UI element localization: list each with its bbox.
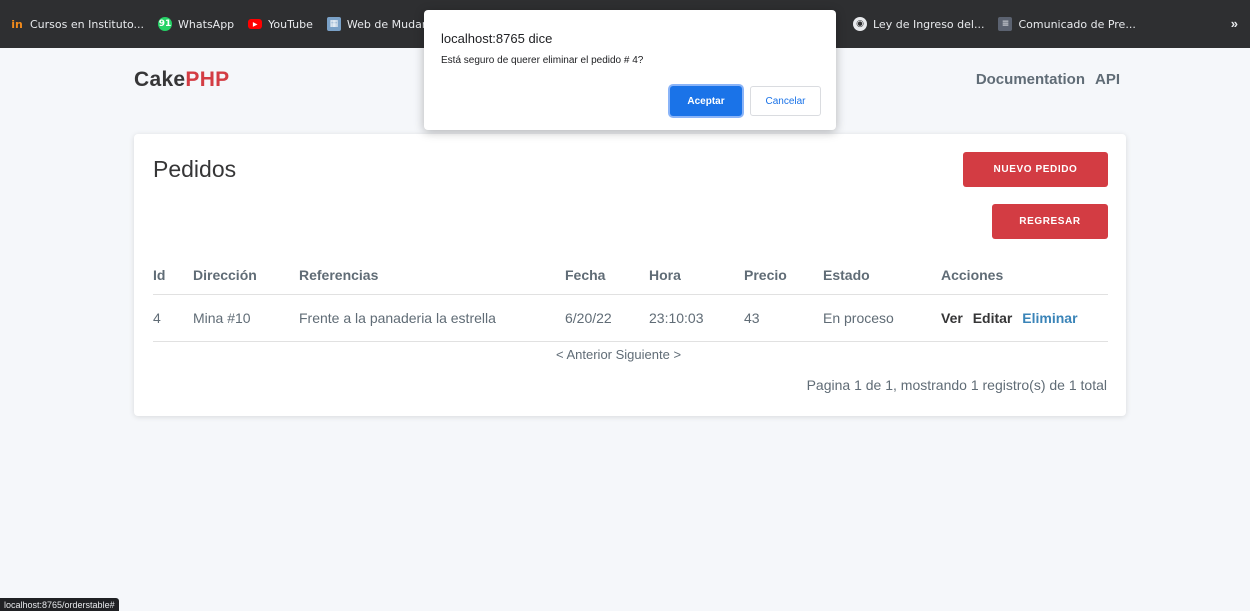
page-title: Pedidos <box>153 156 237 182</box>
orders-table: Id Dirección Referencias Fecha Hora Prec… <box>153 256 1108 342</box>
status-url: localhost:8765/orderstable# <box>0 598 119 611</box>
document-icon: ≡ <box>998 17 1013 31</box>
bookmark-label: YouTube <box>268 17 313 31</box>
col-id[interactable]: Id <box>153 256 193 295</box>
edit-link[interactable]: Editar <box>973 310 1013 326</box>
back-button[interactable]: REGRESAR <box>992 204 1108 239</box>
brand-part-2: PHP <box>185 68 230 91</box>
col-acciones: Acciones <box>941 256 1108 295</box>
pagination[interactable]: < Anterior Siguiente > <box>556 347 681 362</box>
more-bookmarks-icon[interactable]: » <box>1231 16 1238 31</box>
youtube-icon: ▶ <box>248 19 263 29</box>
table-header-row: Id Dirección Referencias Fecha Hora Prec… <box>153 256 1108 295</box>
cell-estado: En proceso <box>823 294 941 342</box>
nav-api[interactable]: API <box>1095 71 1120 88</box>
bookmark-label: Comunicado de Pre... <box>1018 17 1136 31</box>
bookmark-comunicado[interactable]: ≡ Comunicado de Pre... <box>998 17 1136 31</box>
bookmark-ley-ingreso[interactable]: ◉ Ley de Ingreso del... <box>853 17 984 31</box>
col-referencias[interactable]: Referencias <box>299 256 565 295</box>
orders-card: Pedidos NUEVO PEDIDO REGRESAR Id Direcci… <box>134 134 1126 416</box>
brand-logo[interactable]: CakePHP <box>134 68 230 92</box>
cell-fecha: 6/20/22 <box>565 294 649 342</box>
bookmark-cursos[interactable]: in Cursos en Instituto... <box>10 17 144 31</box>
dialog-title: localhost:8765 dice <box>441 31 553 46</box>
web-icon: ▦ <box>326 17 341 31</box>
col-direccion[interactable]: Dirección <box>193 256 299 295</box>
col-hora[interactable]: Hora <box>649 256 744 295</box>
dialog-message: Está seguro de querer eliminar el pedido… <box>441 55 644 66</box>
institute-icon: in <box>11 17 23 31</box>
top-nav: Documentation API <box>976 71 1120 88</box>
confirm-dialog: localhost:8765 dice Está seguro de quere… <box>424 10 836 130</box>
pagination-counter: Pagina 1 de 1, mostrando 1 registro(s) d… <box>806 377 1107 393</box>
col-fecha[interactable]: Fecha <box>565 256 649 295</box>
bookmark-label: WhatsApp <box>178 17 235 31</box>
whatsapp-icon: 91 <box>158 17 173 31</box>
cell-hora: 23:10:03 <box>649 294 744 342</box>
cell-precio: 43 <box>744 294 823 342</box>
cell-referencias: Frente a la panaderia la estrella <box>299 294 565 342</box>
brand-part-1: Cake <box>134 68 186 91</box>
cell-id: 4 <box>153 294 193 342</box>
col-estado[interactable]: Estado <box>823 256 941 295</box>
cell-acciones: Ver Editar Eliminar <box>941 294 1108 342</box>
nav-documentation[interactable]: Documentation <box>976 71 1085 88</box>
bookmark-youtube[interactable]: ▶ YouTube <box>248 18 313 31</box>
globe-icon: ◉ <box>853 17 867 31</box>
bookmark-label: Cursos en Instituto... <box>30 17 145 31</box>
view-link[interactable]: Ver <box>941 310 963 326</box>
table-row: 4 Mina #10 Frente a la panaderia la estr… <box>153 294 1108 342</box>
cell-direccion: Mina #10 <box>193 294 299 342</box>
col-precio[interactable]: Precio <box>744 256 823 295</box>
new-order-button[interactable]: NUEVO PEDIDO <box>963 152 1108 187</box>
accept-button[interactable]: Aceptar <box>670 86 742 116</box>
bookmark-label: Ley de Ingreso del... <box>873 17 985 31</box>
delete-link[interactable]: Eliminar <box>1022 310 1077 326</box>
cancel-button[interactable]: Cancelar <box>750 86 821 116</box>
bookmark-whatsapp[interactable]: 91 WhatsApp <box>158 17 234 31</box>
